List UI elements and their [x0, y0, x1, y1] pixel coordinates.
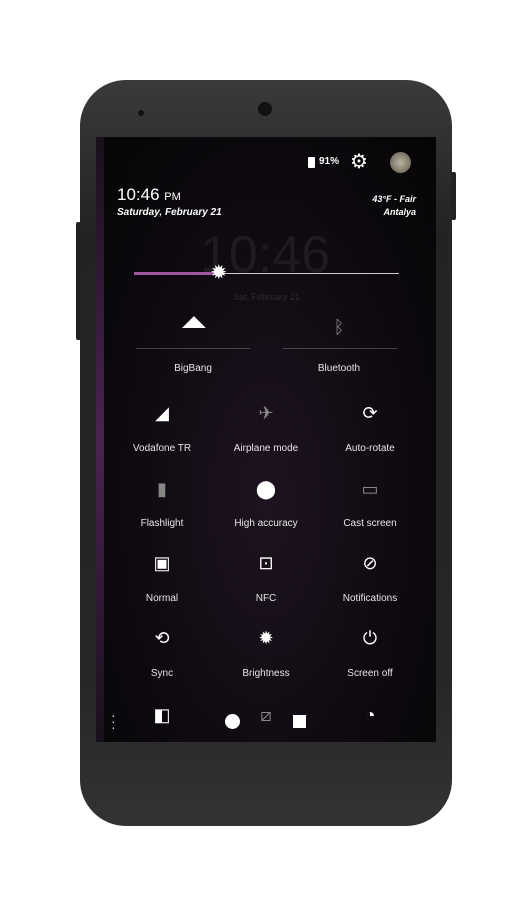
bluetooth-icon: ᛒ	[333, 316, 345, 337]
overflow-menu-icon[interactable]: · · ·	[111, 708, 116, 734]
airplane-icon: ✈	[258, 402, 274, 423]
power-icon: ⏻	[362, 627, 378, 648]
cast-icon: ▭	[361, 478, 379, 499]
tile-label: Auto-rotate	[345, 443, 395, 454]
battery-charging-icon	[308, 157, 315, 168]
nfc-icon: ⊡	[258, 552, 274, 573]
slider-fill	[134, 272, 219, 275]
tile-label: Cast screen	[343, 518, 397, 529]
location-icon: ⬤	[255, 478, 277, 499]
quick-settings-panel: 91% ⚙ 10:46 PM Saturday, February 21 43°…	[96, 137, 436, 742]
nav-recents-icon[interactable]	[293, 715, 306, 728]
power-profile-icon: ◔	[364, 704, 376, 725]
tile-label: Airplane mode	[233, 443, 299, 454]
background-date: Sat, February 21	[233, 292, 301, 302]
volume-button[interactable]	[76, 222, 81, 340]
header-date: Saturday, February 21	[117, 207, 222, 218]
notifications-blocked-icon: ⊘	[362, 552, 378, 573]
tile-label: BigBang	[174, 363, 212, 374]
avatar[interactable]	[390, 152, 411, 173]
tile-label: NFC	[255, 593, 277, 604]
time: 10:46	[117, 185, 160, 204]
power-button[interactable]	[451, 172, 456, 220]
brightness-slider[interactable]: ✹	[134, 263, 399, 283]
nav-home-icon[interactable]	[225, 714, 240, 729]
compass-off-icon: ⧄	[260, 704, 272, 725]
settings-gear-icon[interactable]: ⚙	[350, 151, 368, 173]
sync-icon: ⟲	[154, 627, 170, 648]
brightness-thumb-icon[interactable]: ✹	[209, 263, 229, 283]
tile-label: Notifications	[342, 593, 398, 604]
tile-label: High accuracy	[234, 518, 298, 529]
screen-timeout-icon: ◧	[153, 704, 171, 725]
tile-label: Normal	[145, 593, 179, 604]
tile-label: Screen off	[347, 668, 393, 679]
tile-label: Sync	[150, 668, 174, 679]
battery-percent: 91%	[319, 156, 340, 167]
tile-label: Flashlight	[140, 518, 184, 529]
header-time: 10:46 PM	[117, 185, 181, 205]
tile-label: Brightness	[242, 668, 290, 679]
tile-label: Bluetooth	[317, 363, 361, 374]
weather[interactable]: 43°F - Fair	[372, 194, 416, 204]
front-camera	[258, 102, 272, 116]
auto-rotate-icon: ⟳	[362, 402, 378, 423]
brightness-icon: ✹	[258, 627, 274, 648]
divider	[283, 348, 397, 349]
ampm: PM	[164, 191, 181, 203]
weather-location: Antalya	[383, 207, 416, 217]
divider	[136, 348, 250, 349]
tile-label: Vodafone TR	[132, 443, 192, 454]
ringer-normal-icon: ▣	[153, 552, 171, 573]
wifi-icon: ◥	[177, 311, 208, 342]
flashlight-icon: ▮	[157, 478, 167, 499]
signal-icon: ◢	[155, 402, 169, 423]
sensor	[138, 110, 144, 116]
